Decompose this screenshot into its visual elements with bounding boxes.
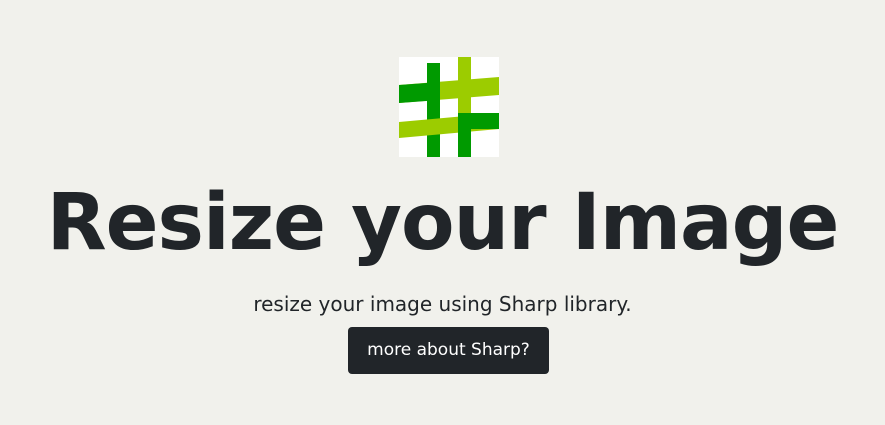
page-title: Resize your Image xyxy=(46,178,840,268)
hero-section: Resize your Image resize your image usin… xyxy=(0,0,885,425)
page-subtitle: resize your image using Sharp library. xyxy=(253,292,632,316)
hashtag-logo-icon xyxy=(399,57,499,157)
more-about-sharp-button[interactable]: more about Sharp? xyxy=(348,327,549,374)
